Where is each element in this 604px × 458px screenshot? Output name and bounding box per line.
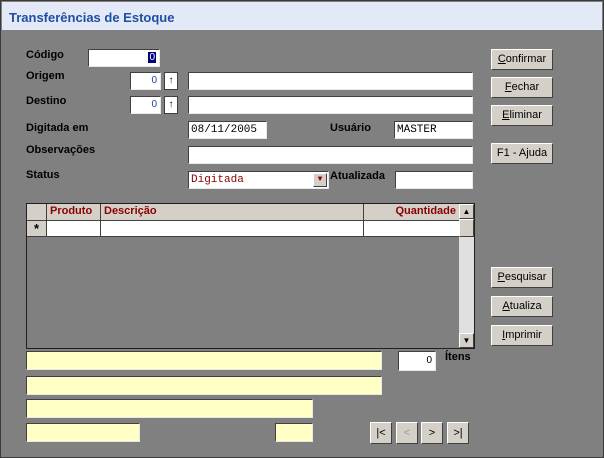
pesquisar-hotkey: P <box>497 271 505 283</box>
info-field-3 <box>26 399 313 418</box>
itens-label: Ítens <box>445 351 471 363</box>
confirmar-button[interactable]: Confirmar <box>491 49 553 70</box>
scroll-thumb[interactable] <box>459 219 474 237</box>
fechar-button[interactable]: Fechar <box>491 77 553 98</box>
grid-header: Produto Descrição Quantidade <box>27 204 459 221</box>
title-bar: Transferências de Estoque <box>2 2 602 30</box>
usuario-label: Usuário <box>330 122 371 134</box>
codigo-field[interactable]: 0 <box>88 49 160 67</box>
new-row-marker: * <box>27 221 47 236</box>
atualiza-hotkey: A <box>502 300 510 312</box>
usuario-field[interactable]: MASTER <box>394 121 473 139</box>
eliminar-button[interactable]: Eliminar <box>491 105 553 126</box>
origem-lookup-button[interactable]: ↑ <box>164 72 178 90</box>
status-dropdown[interactable]: Digitada ▼ <box>188 171 329 189</box>
destino-lookup-button[interactable]: ↑ <box>164 96 178 114</box>
nav-next-button[interactable]: > <box>421 422 443 444</box>
confirmar-label: onfirmar <box>505 53 547 65</box>
col-quantidade[interactable]: Quantidade <box>364 204 459 220</box>
transfer-window: Transferências de Estoque Código Origem … <box>0 0 604 458</box>
origem-code-field[interactable]: 0 <box>130 72 161 90</box>
table-row[interactable]: * <box>27 221 459 237</box>
atualiza-label: tualiza <box>509 300 542 312</box>
digitada-date-field[interactable]: 08/11/2005 <box>188 121 267 139</box>
observacoes-label: Observações <box>26 144 96 156</box>
atualiza-button[interactable]: Atualiza <box>491 296 553 317</box>
destino-code-field[interactable]: 0 <box>130 96 161 114</box>
status-value: Digitada <box>191 174 244 186</box>
codigo-label: Código <box>26 49 64 61</box>
destino-label: Destino <box>26 95 67 107</box>
atualizada-label: Atualizada <box>330 170 386 182</box>
eliminar-label: liminar <box>509 109 542 121</box>
cell-quantidade[interactable] <box>364 221 459 236</box>
grid-corner <box>27 204 47 220</box>
digitada-label: Digitada em <box>26 122 89 134</box>
origem-description-field[interactable] <box>188 72 473 90</box>
dropdown-icon[interactable]: ▼ <box>313 173 327 187</box>
nav-last-button[interactable]: >| <box>447 422 469 444</box>
codigo-value: 0 <box>148 52 156 63</box>
observacoes-field[interactable] <box>188 146 473 164</box>
pesquisar-button[interactable]: Pesquisar <box>491 267 553 288</box>
fechar-hotkey: F <box>504 81 512 93</box>
grid-scrollbar[interactable]: ▲ ▼ <box>459 204 474 348</box>
scroll-up-icon[interactable]: ▲ <box>459 204 474 219</box>
up-arrow-icon: ↑ <box>168 75 174 86</box>
nav-prev-button[interactable]: < <box>396 422 418 444</box>
imprimir-label: mprimir <box>505 329 542 341</box>
cell-produto[interactable] <box>47 221 101 236</box>
origem-label: Origem <box>26 70 65 82</box>
cell-descricao[interactable] <box>101 221 364 236</box>
info-field-5 <box>275 423 313 442</box>
up-arrow-icon: ↑ <box>168 99 174 110</box>
nav-first-button[interactable]: |< <box>370 422 392 444</box>
imprimir-button[interactable]: Imprimir <box>491 325 553 346</box>
status-label: Status <box>26 169 60 181</box>
ajuda-button[interactable]: F1 - Ajuda <box>491 143 553 164</box>
scroll-down-icon[interactable]: ▼ <box>459 333 474 348</box>
pesquisar-label: esquisar <box>504 271 547 283</box>
info-field-4 <box>26 423 140 442</box>
info-field-2 <box>26 376 382 395</box>
atualizada-field[interactable] <box>395 171 473 189</box>
col-descricao[interactable]: Descrição <box>101 204 364 220</box>
fechar-label: echar <box>511 81 540 93</box>
window-title: Transferências de Estoque <box>9 10 175 25</box>
items-grid[interactable]: Produto Descrição Quantidade * ▲ ▼ <box>26 203 475 349</box>
confirmar-hotkey: C <box>497 53 506 65</box>
destino-description-field[interactable] <box>188 96 473 114</box>
info-field-1 <box>26 351 382 370</box>
col-produto[interactable]: Produto <box>47 204 101 220</box>
itens-count-field: 0 <box>398 351 436 371</box>
